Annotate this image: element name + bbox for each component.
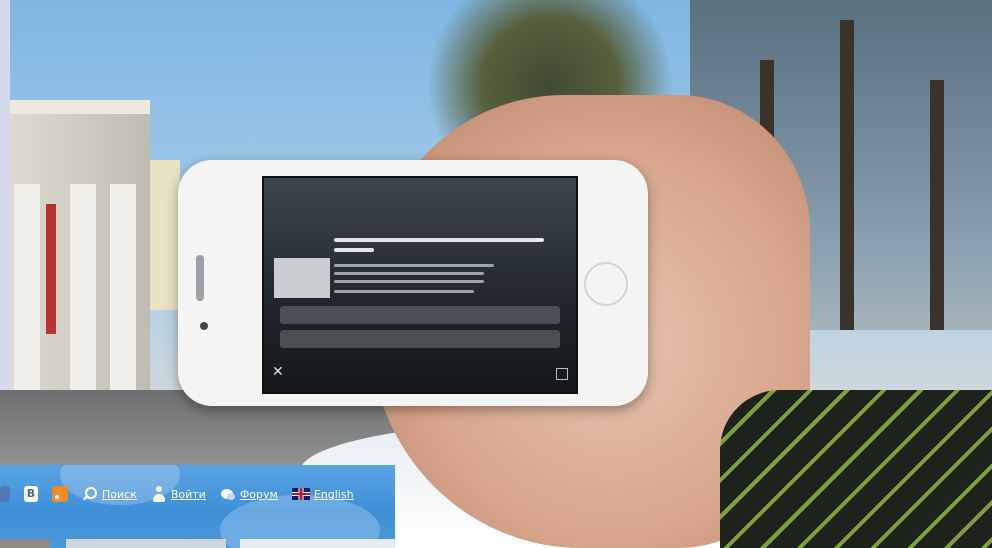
search-link[interactable]: Поиск — [82, 486, 137, 502]
uk-flag-icon — [291, 488, 310, 500]
english-link[interactable]: English — [291, 487, 354, 501]
screen-action-bar — [280, 330, 560, 348]
phone-screen: ✕ — [262, 176, 578, 394]
building-column — [70, 184, 96, 404]
screen-action-bar — [280, 306, 560, 324]
vk-link[interactable]: В — [24, 486, 38, 502]
vk-icon: В — [24, 486, 38, 502]
building-sign — [46, 204, 56, 334]
thumbnail[interactable] — [66, 539, 226, 548]
screen-title-line — [334, 238, 544, 242]
screen-text-line — [334, 264, 494, 267]
thumbnail[interactable] — [240, 539, 395, 548]
site-toolbar: В Поиск Войти Форум English — [0, 465, 395, 548]
screen-title-line — [334, 248, 374, 252]
close-icon: ✕ — [272, 364, 284, 380]
sleeve — [720, 390, 992, 548]
grid-icon — [556, 368, 568, 380]
rss-link[interactable] — [52, 486, 68, 502]
forum-icon — [220, 486, 236, 502]
phone-home-button — [584, 262, 628, 306]
login-link-label: Войти — [170, 487, 206, 501]
search-link-label: Поиск — [102, 487, 137, 501]
forum-link-label: Форум — [239, 487, 278, 501]
building-column — [14, 184, 40, 404]
search-icon — [82, 486, 98, 502]
screen-text-line — [334, 290, 474, 293]
login-link[interactable]: Войти — [151, 486, 206, 502]
church-tower — [150, 160, 180, 310]
twitter-link[interactable] — [0, 486, 10, 502]
thumbnail-strip — [0, 539, 395, 548]
twitter-icon — [0, 486, 10, 502]
tree-trunk — [930, 80, 944, 330]
rss-icon — [52, 486, 68, 502]
forum-link[interactable]: Форум — [220, 486, 278, 502]
building-column — [110, 184, 136, 404]
screen-text-line — [334, 272, 484, 275]
user-icon — [151, 486, 167, 502]
tree-trunk — [840, 20, 854, 330]
building — [10, 100, 150, 414]
thumbnail[interactable] — [0, 539, 50, 548]
phone-speaker — [196, 255, 204, 301]
english-link-label: English — [313, 487, 354, 501]
toolbar-links: В Поиск Войти Форум English — [0, 483, 368, 505]
screen-text-line — [334, 280, 484, 283]
phone-camera — [200, 322, 208, 330]
screen-thumbnail — [274, 258, 330, 298]
